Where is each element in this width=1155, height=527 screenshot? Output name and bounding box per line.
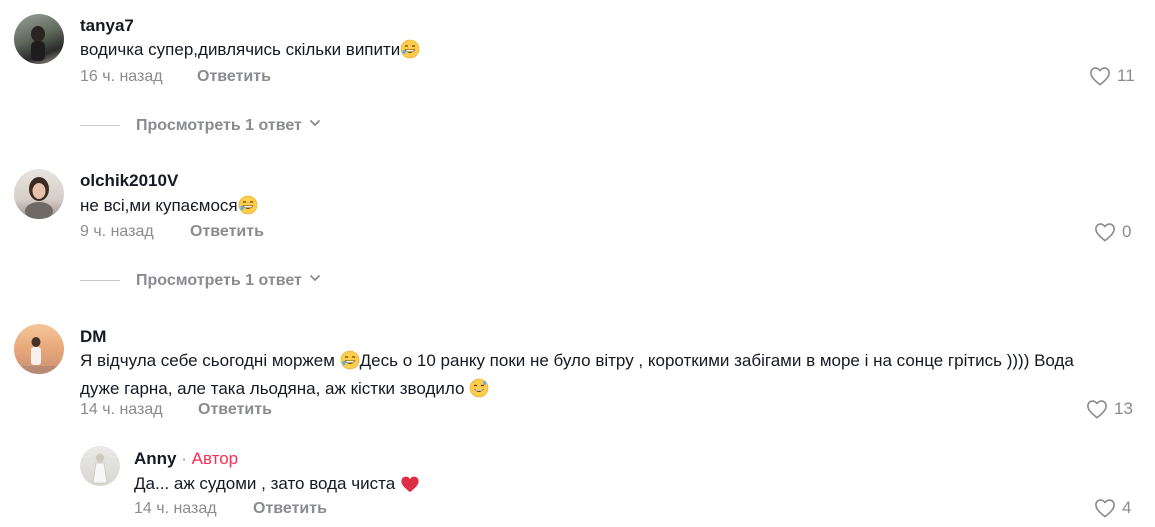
grinning-sweat-emoji: [340, 350, 360, 377]
divider-line: [80, 280, 120, 281]
like-button[interactable]: 0: [1094, 222, 1131, 242]
username[interactable]: tanya7: [80, 16, 134, 36]
heart-outline-icon: [1094, 222, 1116, 242]
username[interactable]: olchik2010V: [80, 171, 178, 191]
reply-button[interactable]: Ответить: [197, 68, 271, 86]
comment-text: не всі,ми купаємося: [80, 194, 258, 222]
divider-line: [80, 125, 120, 126]
like-button[interactable]: 11: [1089, 66, 1135, 86]
grinning-sweat-emoji: [400, 39, 420, 66]
author-badge: Автор: [191, 449, 239, 468]
like-count: 13: [1114, 399, 1133, 418]
view-replies-label: Просмотреть 1 ответ: [136, 271, 302, 289]
like-button[interactable]: 4: [1094, 498, 1131, 518]
grinning-sweat-emoji: [469, 378, 489, 405]
like-count: 11: [1117, 66, 1135, 85]
comment-text-body: Я відчула себе сьогодні моржем: [80, 351, 340, 370]
comment-time: 14 ч. назад: [80, 401, 163, 418]
heart-outline-icon: [1089, 66, 1111, 86]
view-replies-button[interactable]: Просмотреть 1 ответ: [80, 271, 322, 290]
comment-text-body: не всі,ми купаємося: [80, 196, 238, 215]
like-count: 4: [1122, 498, 1132, 517]
reply-button[interactable]: Ответить: [198, 401, 272, 419]
heart-outline-icon: [1086, 399, 1108, 419]
comment-text-body: водичка супер,дивлячись скільки випити: [80, 40, 401, 59]
view-replies-label: Просмотреть 1 ответ: [136, 116, 302, 134]
view-replies-button[interactable]: Просмотреть 1 ответ: [80, 116, 322, 135]
reply-username-line: Anny · Автор: [134, 449, 238, 469]
avatar[interactable]: [14, 324, 64, 374]
chevron-down-icon: [308, 116, 322, 135]
avatar[interactable]: [14, 169, 64, 219]
chevron-down-icon: [308, 271, 322, 290]
avatar[interactable]: [14, 14, 64, 64]
avatar[interactable]: [80, 446, 120, 486]
reply-text-body: Да... аж судоми , зато вода чиста: [134, 474, 400, 493]
like-count: 0: [1122, 222, 1132, 241]
reply-button[interactable]: Ответить: [190, 223, 264, 241]
comment-time: 16 ч. назад: [80, 68, 163, 85]
username[interactable]: DM: [80, 327, 106, 347]
comment-text-body: Десь о 10 ранку поки не було вітру , кор…: [359, 351, 1074, 370]
username[interactable]: Anny: [134, 449, 177, 468]
comment-text-body: дуже гарна, але така льодяна, аж кістки …: [80, 379, 470, 398]
red-heart-emoji: [400, 475, 420, 500]
reply-text: Да... аж судоми , зато вода чиста: [134, 472, 420, 500]
comment-text: Я відчула себе сьогодні моржем Десь о 10…: [80, 349, 1130, 405]
reply-time: 14 ч. назад: [134, 500, 217, 517]
heart-outline-icon: [1094, 498, 1116, 518]
grinning-sweat-emoji: [238, 195, 258, 222]
separator: ·: [176, 449, 192, 468]
comment-text: водичка супер,дивлячись скільки випити: [80, 38, 420, 66]
like-button[interactable]: 13: [1086, 399, 1133, 419]
comment-time: 9 ч. назад: [80, 223, 154, 240]
reply-button[interactable]: Ответить: [253, 500, 327, 518]
